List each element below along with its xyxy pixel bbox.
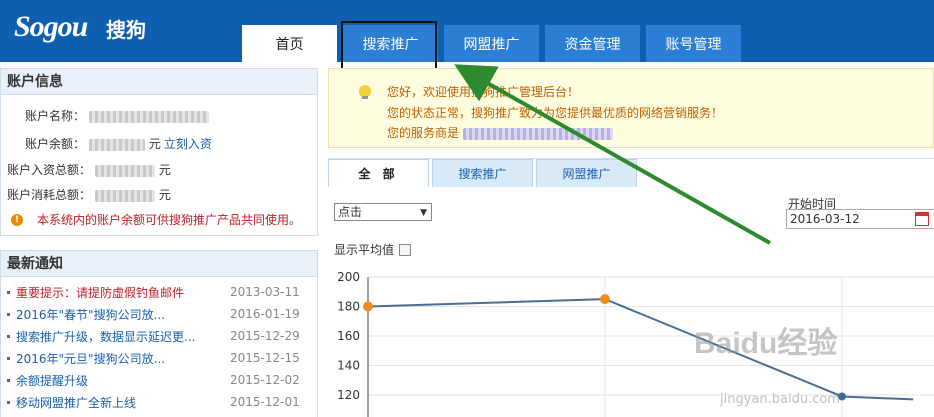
latest-news-panel: 最新通知 重要提示：请提防虚假钓鱼邮件 2013-03-11 2016年"春节"搜… — [0, 250, 318, 417]
news-item-title[interactable]: 余额提醒升级 — [16, 372, 230, 389]
account-balance-unit: 元 — [148, 137, 161, 151]
account-name-value — [89, 110, 209, 123]
notice-provider-label: 您的服务商是 — [387, 126, 460, 140]
total-in-row: 账户入资总额： 元 — [7, 161, 171, 178]
tab-alliance-promotion[interactable]: 网盟推广 — [536, 159, 637, 187]
provider-name-value — [463, 127, 614, 140]
total-in-unit: 元 — [158, 163, 171, 177]
balance-warning: ! 本系统内的账户余额可供搜狗推广产品共同使用。 — [11, 211, 301, 228]
tab-all[interactable]: 全 部 — [328, 159, 429, 187]
start-date-input[interactable]: 2016-03-12 — [786, 209, 934, 229]
main-nav: 首页 搜索推广 网盟推广 资金管理 账号管理 — [242, 25, 747, 62]
total-spend-unit: 元 — [158, 188, 171, 202]
nav-tab-search-promotion[interactable]: 搜索推广 — [343, 25, 438, 62]
news-item[interactable]: 2016年"元旦"搜狗公司放... 2015-12-15 — [1, 347, 317, 369]
warning-icon: ! — [11, 213, 23, 226]
news-item-date: 2015-12-29 — [230, 329, 300, 343]
news-item-date: 2015-12-02 — [230, 373, 300, 387]
bullet-icon — [7, 312, 10, 316]
news-list: 重要提示：请提防虚假钓鱼邮件 2013-03-11 2016年"春节"搜狗公司放.… — [1, 281, 317, 413]
stats-tabs: 全 部 搜索推广 网盟推广 — [328, 159, 640, 187]
tab-search-promotion[interactable]: 搜索推广 — [432, 159, 533, 187]
account-balance-value — [89, 138, 145, 151]
y-tick-label: 200 — [337, 270, 360, 284]
news-item-date: 2016-01-19 — [230, 307, 300, 321]
y-tick-label: 140 — [337, 359, 360, 373]
watermark-url: jingyan.baidu.com — [720, 392, 840, 407]
news-item[interactable]: 重要提示：请提防虚假钓鱼邮件 2013-03-11 — [1, 281, 317, 303]
metric-select[interactable]: 点击 ▼ — [334, 203, 432, 221]
data-point — [600, 294, 610, 305]
news-item-title[interactable]: 重要提示：请提防虚假钓鱼邮件 — [16, 284, 230, 301]
news-item-title[interactable]: 2016年"春节"搜狗公司放... — [16, 306, 230, 323]
account-name-label: 账户名称： — [24, 109, 85, 123]
latest-news-title: 最新通知 — [1, 251, 317, 277]
bullet-icon — [7, 334, 10, 338]
news-item[interactable]: 余额提醒升级 2015-12-02 — [1, 369, 317, 391]
nav-tab-home[interactable]: 首页 — [242, 25, 337, 62]
news-item[interactable]: 2016年"春节"搜狗公司放... 2016-01-19 — [1, 303, 317, 325]
start-date-value: 2016-03-12 — [790, 212, 860, 226]
news-item-date: 2015-12-01 — [230, 395, 300, 409]
news-item-title[interactable]: 搜索推广升级，数据显示延迟更... — [16, 328, 230, 345]
y-tick-label: 120 — [337, 388, 360, 402]
data-point — [363, 301, 373, 312]
news-item-title[interactable]: 移动网盟推广全新上线 — [16, 394, 230, 411]
account-info-title: 账户信息 — [1, 69, 317, 95]
account-info-panel: 账户信息 账户名称： 账户余额： 元立刻入资 账户入资总额： 元 账户消耗总额：… — [0, 68, 318, 236]
nav-tab-alliance-promotion[interactable]: 网盟推广 — [444, 25, 539, 62]
total-in-label: 账户入资总额： — [7, 163, 92, 177]
total-spend-row: 账户消耗总额： 元 — [7, 186, 171, 203]
nav-tab-account-management[interactable]: 账号管理 — [646, 25, 741, 62]
notice-line-1: 您好，欢迎使用搜狗推广管理后台！ — [387, 85, 580, 99]
recharge-link[interactable]: 立刻入资 — [164, 137, 212, 151]
show-average-checkbox[interactable] — [399, 243, 412, 256]
nav-tab-fund-management[interactable]: 资金管理 — [545, 25, 640, 62]
sogou-logo[interactable]: Sogou — [14, 10, 88, 44]
bullet-icon — [7, 378, 10, 382]
bullet-icon — [7, 356, 10, 360]
account-balance-row: 账户余额： 元立刻入资 — [1, 135, 212, 152]
news-item-date: 2013-03-11 — [230, 285, 300, 299]
news-item[interactable]: 移动网盟推广全新上线 2015-12-01 — [1, 391, 317, 413]
news-item-date: 2015-12-15 — [230, 351, 300, 365]
total-in-value — [95, 164, 156, 177]
total-spend-label: 账户消耗总额： — [7, 188, 92, 202]
watermark-brand: Baidu经验 — [694, 327, 838, 360]
top-header: Sogou 搜狗 首页 搜索推广 网盟推广 资金管理 账号管理 — [0, 0, 934, 62]
show-average-toggle[interactable]: 显示平均值 — [334, 241, 412, 258]
balance-warning-text: 本系统内的账户余额可供搜狗推广产品共同使用。 — [37, 213, 302, 227]
total-spend-value — [95, 189, 156, 202]
account-name-row: 账户名称： — [1, 107, 209, 124]
chart-y-ticks: 120 140 160 180 200 — [337, 270, 360, 402]
account-balance-label: 账户余额： — [24, 137, 85, 151]
lightbulb-icon — [359, 85, 371, 99]
bullet-icon — [7, 290, 10, 294]
y-tick-label: 160 — [337, 329, 360, 343]
clicks-line-chart: 120 140 160 180 200 — [337, 270, 934, 417]
sogou-logo-cn: 搜狗 — [106, 18, 146, 42]
metric-select-value: 点击 — [338, 205, 363, 219]
chevron-down-icon: ▼ — [420, 208, 427, 218]
calendar-icon[interactable] — [915, 212, 929, 226]
news-item[interactable]: 搜索推广升级，数据显示延迟更... 2015-12-29 — [1, 325, 317, 347]
news-item-title[interactable]: 2016年"元旦"搜狗公司放... — [16, 350, 230, 367]
bullet-icon — [7, 400, 10, 404]
notice-line-2: 您的状态正常，搜狗推广致力为您提供最优质的网络营销服务！ — [387, 106, 724, 120]
notice-line-3: 您的服务商是 — [387, 124, 614, 141]
y-tick-label: 180 — [337, 300, 360, 314]
welcome-notice: 您好，欢迎使用搜狗推广管理后台！ 您的状态正常，搜狗推广致力为您提供最优质的网络… — [328, 68, 934, 148]
show-average-label: 显示平均值 — [334, 243, 395, 257]
stats-content: 全 部 搜索推广 网盟推广 点击 ▼ 显示平均值 开始时间 2016-03-12… — [328, 158, 934, 417]
